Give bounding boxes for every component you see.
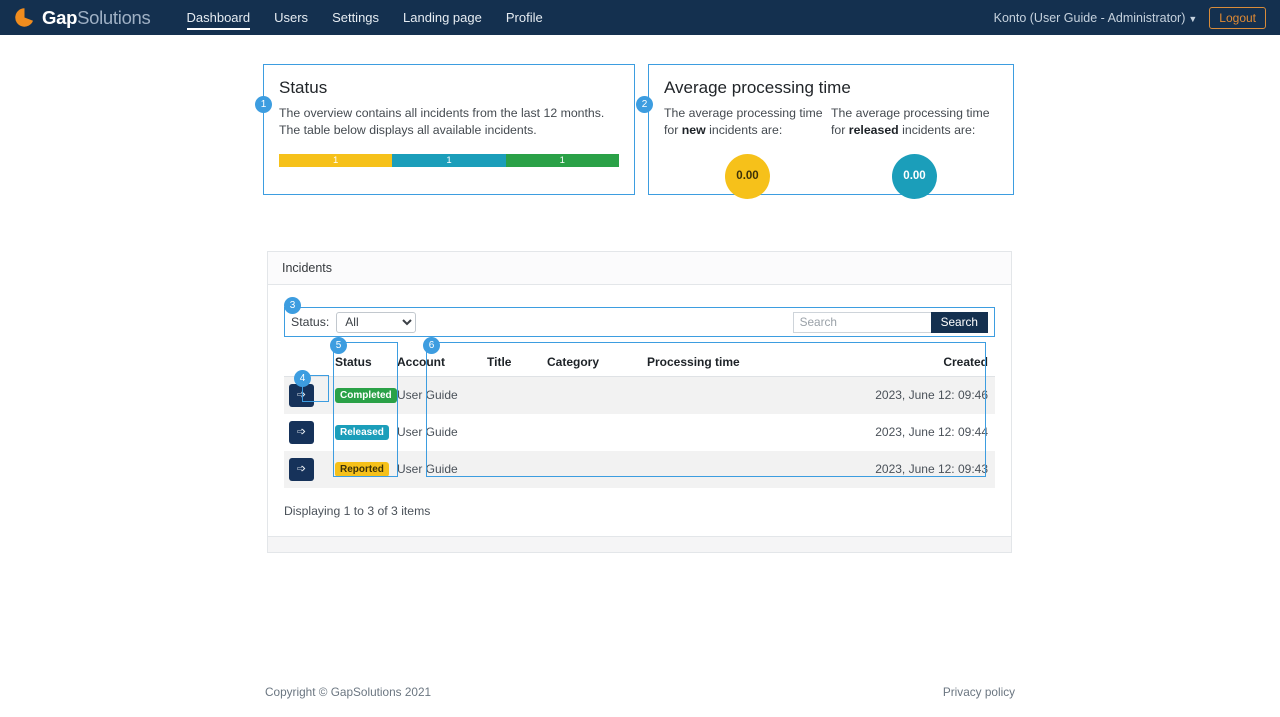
row-title-cell <box>482 414 542 451</box>
nav-link-users[interactable]: Users <box>262 0 320 35</box>
incidents-panel: Incidents Status: All Search Status Acco <box>267 251 1012 553</box>
row-processing-time-cell <box>642 414 802 451</box>
row-account-cell: User Guide <box>392 376 482 414</box>
footer-privacy-policy-link[interactable]: Privacy policy <box>943 685 1015 699</box>
incidents-table: Status Account Title Category Processing… <box>284 349 995 488</box>
search-group: Search <box>792 311 988 333</box>
row-category-cell <box>542 376 642 414</box>
avg-released-value-bubble: 0.00 <box>892 153 937 199</box>
logout-button[interactable]: Logout <box>1209 6 1266 29</box>
search-button[interactable]: Search <box>930 311 988 333</box>
table-row[interactable]: ➩ Released User Guide 2023, June 12: 09:… <box>284 414 995 451</box>
row-processing-time-cell <box>642 376 802 414</box>
row-action-cell: ➩ <box>284 414 330 451</box>
status-filter-select[interactable]: All <box>336 311 417 333</box>
annotation-badge-1: 1 <box>255 96 272 113</box>
table-row[interactable]: ➩ Reported User Guide 2023, June 12: 09:… <box>284 450 995 488</box>
avg-new-value-bubble: 0.00 <box>725 153 770 199</box>
avg-new-emphasis: new <box>681 123 706 138</box>
brand-text-bold: Gap <box>42 6 78 28</box>
row-action-cell: ➩ <box>284 450 330 488</box>
column-header-created: Created <box>802 349 995 377</box>
annotation-badge-2: 2 <box>636 96 653 113</box>
column-header-title: Title <box>482 349 542 377</box>
brand-text: GapSolutions <box>42 7 151 29</box>
top-navbar: GapSolutions Dashboard Users Settings La… <box>0 0 1280 35</box>
avg-card-title: Average processing time <box>664 78 851 97</box>
caret-down-icon: ▼ <box>1188 13 1198 24</box>
annotation-badge-5: 5 <box>330 337 347 354</box>
table-row[interactable]: ➩ Completed User Guide 2023, June 12: 09… <box>284 376 995 414</box>
row-category-cell <box>542 450 642 488</box>
row-status-cell: Reported <box>330 450 392 488</box>
account-menu[interactable]: Konto (User Guide - Administrator) ▼ <box>994 11 1198 25</box>
incidents-filter-row: Status: All Search <box>284 307 995 337</box>
avg-card-columns: The average processing time for new inci… <box>664 105 998 199</box>
annotation-badge-3: 3 <box>284 297 301 314</box>
avg-new-text-after: incidents are: <box>705 123 783 138</box>
status-filter-label: Status: <box>291 315 330 329</box>
gapsolutions-circle-logo-icon <box>14 7 35 28</box>
column-header-processing-time: Processing time <box>642 349 802 377</box>
annotation-badge-4: 4 <box>294 370 311 387</box>
row-created-cell: 2023, June 12: 09:43 <box>802 450 995 488</box>
row-processing-time-cell <box>642 450 802 488</box>
nav-link-landing-page[interactable]: Landing page <box>391 0 494 35</box>
account-menu-label: Konto (User Guide - Administrator) <box>993 10 1186 25</box>
nav-link-settings[interactable]: Settings <box>320 0 391 35</box>
arrow-right-icon[interactable]: ➩ <box>289 383 314 407</box>
status-card: Status The overview contains all inciden… <box>263 64 635 195</box>
incidents-panel-title: Incidents <box>268 252 1011 285</box>
row-title-cell <box>482 376 542 414</box>
incidents-table-body: ➩ Completed User Guide 2023, June 12: 09… <box>284 376 995 488</box>
status-badge: Reported <box>335 462 389 477</box>
status-card-title: Status <box>279 78 328 97</box>
row-account-cell: User Guide <box>397 425 458 439</box>
arrow-right-icon[interactable]: ➩ <box>289 420 314 444</box>
nav-link-dashboard[interactable]: Dashboard <box>175 0 263 35</box>
status-segment-completed: 1 <box>505 153 619 167</box>
page-footer: Copyright © GapSolutions 2021 Privacy po… <box>0 667 1280 717</box>
table-header-row: Status Account Title Category Processing… <box>284 349 995 377</box>
footer-copyright: Copyright © GapSolutions 2021 <box>265 685 432 699</box>
status-badge: Completed <box>335 388 397 404</box>
avg-released-text: The average processing time for released… <box>831 105 998 140</box>
avg-new-text: The average processing time for new inci… <box>664 105 831 140</box>
incidents-panel-body: Status: All Search Status Account Title <box>268 285 1011 536</box>
row-created-cell: 2023, June 12: 09:46 <box>802 376 995 414</box>
brand-logo[interactable]: GapSolutions <box>14 7 151 29</box>
navbar-right: Konto (User Guide - Administrator) ▼ Logo… <box>994 6 1272 29</box>
status-badge: Released <box>335 425 389 440</box>
average-processing-time-card: Average processing time The average proc… <box>648 64 1014 199</box>
annotation-badge-6: 6 <box>423 337 440 354</box>
avg-released-column: The average processing time for released… <box>831 105 998 199</box>
row-category-cell <box>542 414 642 451</box>
status-card-description: The overview contains all incidents from… <box>279 106 605 138</box>
status-progress-bar: 1 1 1 <box>279 153 619 167</box>
row-title-cell <box>482 450 542 488</box>
arrow-right-icon[interactable]: ➩ <box>289 457 314 481</box>
status-segment-released: 1 <box>392 153 506 167</box>
summary-cards-row: Status The overview contains all inciden… <box>263 64 1014 199</box>
row-created-cell: 2023, June 12: 09:44 <box>875 425 988 439</box>
avg-released-emphasis: released <box>848 123 899 138</box>
status-segment-reported: 1 <box>279 153 393 167</box>
row-status-cell: Completed <box>330 376 397 414</box>
nav-links: Dashboard Users Settings Landing page Pr… <box>175 0 555 35</box>
avg-new-column: The average processing time for new inci… <box>664 105 831 199</box>
incidents-panel-footer <box>268 535 1011 552</box>
column-header-category: Category <box>542 349 642 377</box>
column-header-account: Account <box>392 349 482 377</box>
displaying-count-label: Displaying 1 to 3 of 3 items <box>284 503 431 518</box>
brand-text-light: Solutions <box>77 6 151 28</box>
nav-link-profile[interactable]: Profile <box>494 0 555 35</box>
row-status-cell: Released <box>330 414 392 451</box>
incidents-table-head: Status Account Title Category Processing… <box>284 349 995 377</box>
search-input[interactable] <box>792 311 931 333</box>
avg-released-text-after: incidents are: <box>898 123 976 138</box>
row-account-cell: User Guide <box>392 450 482 488</box>
